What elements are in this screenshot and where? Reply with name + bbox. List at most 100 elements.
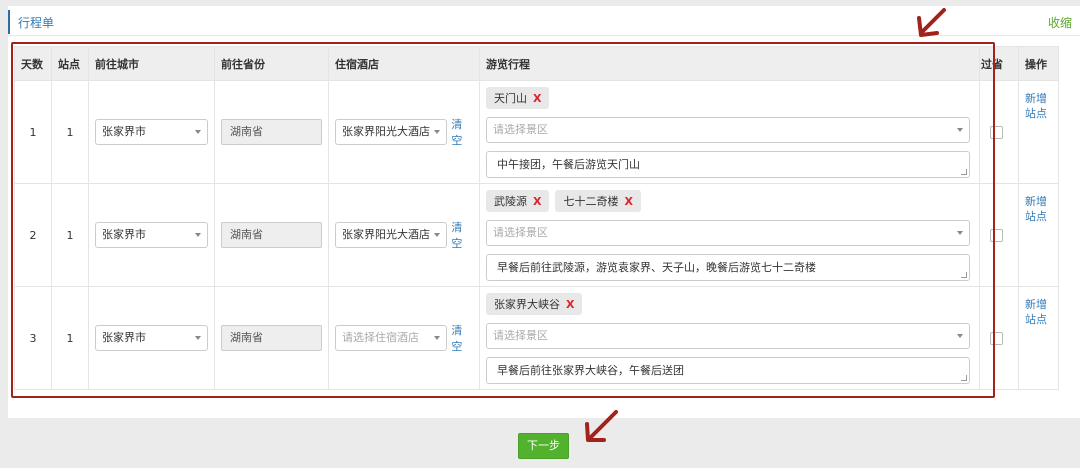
itinerary-textarea[interactable]: 中午接团，午餐后游览天门山	[486, 151, 970, 178]
chevron-down-icon	[957, 128, 963, 132]
resize-handle-icon[interactable]	[961, 375, 967, 381]
province-field: 湖南省	[221, 325, 322, 351]
scenic-select-placeholder: 请选择景区	[493, 329, 548, 342]
clear-hotel-link[interactable]: 清空	[451, 322, 473, 354]
col-header-hotel: 住宿酒店	[328, 46, 480, 81]
remove-tag-icon[interactable]: X	[566, 298, 574, 311]
add-station-label-line2: 站点	[1025, 210, 1047, 223]
remove-tag-icon[interactable]: X	[624, 195, 632, 208]
add-station-label-line1: 新增	[1025, 92, 1047, 105]
province-cell: 湖南省	[214, 286, 329, 390]
city-select-value: 张家界市	[102, 331, 146, 344]
table-row: 3 1 张家界市 湖南省 请选择住宿酒店 清空 张家界大峡谷 X 请选择景区 早…	[14, 286, 1059, 390]
hotel-select[interactable]: 请选择住宿酒店	[335, 325, 448, 351]
table-row: 1 1 张家界市 湖南省 张家界阳光大酒店 清空 天门山 X 请选择景区 中午接…	[14, 80, 1059, 184]
itinerary-text: 早餐后前往张家界大峡谷，午餐后送团	[497, 364, 684, 377]
add-station-link[interactable]: 新增 站点	[1025, 297, 1047, 327]
itinerary-text: 中午接团，午餐后游览天门山	[497, 158, 640, 171]
scenic-tag: 七十二奇楼 X	[555, 190, 641, 212]
hotel-cell: 张家界阳光大酒店 清空	[328, 80, 480, 184]
city-select-value: 张家界市	[102, 228, 146, 241]
city-cell: 张家界市	[88, 286, 215, 390]
scenic-select-placeholder: 请选择景区	[493, 226, 548, 239]
resize-handle-icon[interactable]	[961, 272, 967, 278]
scenic-tag-label: 天门山	[494, 92, 527, 105]
city-cell: 张家界市	[88, 80, 215, 184]
tour-cell: 张家界大峡谷 X 请选择景区 早餐后前往张家界大峡谷，午餐后送团	[479, 286, 980, 390]
clear-hotel-link[interactable]: 清空	[451, 116, 473, 148]
city-select[interactable]: 张家界市	[95, 325, 208, 351]
remove-tag-icon[interactable]: X	[533, 92, 541, 105]
scenic-tags: 张家界大峡谷 X	[486, 293, 970, 315]
itinerary-textarea[interactable]: 早餐后前往武陵源，游览袁家界、天子山，晚餐后游览七十二奇楼	[486, 254, 970, 281]
station-cell: 1	[51, 286, 89, 390]
chevron-down-icon	[434, 233, 441, 237]
hotel-select[interactable]: 张家界阳光大酒店	[335, 119, 448, 145]
cross-province-checkbox[interactable]	[990, 125, 1003, 139]
itinerary-table: 天数 站点 前往城市 前往省份 住宿酒店 游览行程 过省 操作 1 1 张家界市…	[14, 46, 1059, 390]
chevron-down-icon	[434, 130, 441, 134]
province-cell: 湖南省	[214, 80, 329, 184]
city-select[interactable]: 张家界市	[95, 222, 208, 248]
scenic-tag-label: 武陵源	[494, 195, 527, 208]
scenic-tag: 张家界大峡谷 X	[486, 293, 583, 315]
scenic-tags: 天门山 X	[486, 87, 970, 109]
col-header-city: 前往城市	[88, 46, 215, 81]
actions-cell: 新增 站点	[1018, 286, 1059, 390]
station-cell: 1	[51, 183, 89, 287]
panel-title: 行程单	[18, 16, 55, 30]
tour-cell: 天门山 X 请选择景区 中午接团，午餐后游览天门山	[479, 80, 980, 184]
resize-handle-icon[interactable]	[961, 169, 967, 175]
itinerary-text: 早餐后前往武陵源，游览袁家界、天子山，晚餐后游览七十二奇楼	[497, 261, 816, 274]
scenic-select[interactable]: 请选择景区	[486, 323, 970, 349]
remove-tag-icon[interactable]: X	[533, 195, 541, 208]
hotel-cell: 张家界阳光大酒店 清空	[328, 183, 480, 287]
col-header-day: 天数	[14, 46, 52, 81]
col-header-province: 前往省份	[214, 46, 329, 81]
station-cell: 1	[51, 80, 89, 184]
day-cell: 1	[14, 80, 52, 184]
collapse-link[interactable]: 收缩	[1048, 14, 1072, 31]
scenic-select-placeholder: 请选择景区	[493, 123, 548, 136]
cross-province-cell	[979, 286, 1019, 390]
add-station-link[interactable]: 新增 站点	[1025, 194, 1047, 224]
cross-province-cell	[979, 80, 1019, 184]
day-cell: 2	[14, 183, 52, 287]
col-header-cross-province: 过省	[979, 46, 1019, 81]
scenic-select[interactable]: 请选择景区	[486, 220, 970, 246]
add-station-link[interactable]: 新增 站点	[1025, 91, 1047, 121]
chevron-down-icon	[434, 336, 441, 340]
day-cell: 3	[14, 286, 52, 390]
add-station-label-line1: 新增	[1025, 298, 1047, 311]
hotel-cell: 请选择住宿酒店 清空	[328, 286, 480, 390]
chevron-down-icon	[195, 336, 201, 340]
clear-hotel-link[interactable]: 清空	[451, 219, 473, 251]
next-step-button[interactable]: 下一步	[518, 433, 569, 459]
city-cell: 张家界市	[88, 183, 215, 287]
panel-header: 行程单 收缩	[8, 6, 1080, 36]
scenic-select[interactable]: 请选择景区	[486, 117, 970, 143]
col-header-itinerary: 游览行程	[479, 46, 980, 81]
panel-accent-bar	[8, 10, 10, 34]
chevron-down-icon	[195, 130, 201, 134]
city-select[interactable]: 张家界市	[95, 119, 208, 145]
cross-province-cell	[979, 183, 1019, 287]
scenic-tag-label: 张家界大峡谷	[494, 298, 560, 311]
hotel-select-value: 张家界阳光大酒店	[342, 228, 430, 241]
add-station-label-line2: 站点	[1025, 313, 1047, 326]
province-field: 湖南省	[221, 119, 322, 145]
tour-cell: 武陵源 X 七十二奇楼 X 请选择景区 早餐后前往武陵源，游览袁家界、天子山，晚餐后…	[479, 183, 980, 287]
scenic-tag: 武陵源 X	[486, 190, 550, 212]
cross-province-checkbox[interactable]	[990, 228, 1003, 242]
actions-cell: 新增 站点	[1018, 80, 1059, 184]
cross-province-checkbox[interactable]	[990, 331, 1003, 345]
chevron-down-icon	[195, 233, 201, 237]
scenic-tag-label: 七十二奇楼	[563, 195, 619, 208]
actions-cell: 新增 站点	[1018, 183, 1059, 287]
itinerary-textarea[interactable]: 早餐后前往张家界大峡谷，午餐后送团	[486, 357, 970, 384]
hotel-select[interactable]: 张家界阳光大酒店	[335, 222, 448, 248]
province-cell: 湖南省	[214, 183, 329, 287]
city-select-value: 张家界市	[102, 125, 146, 138]
chevron-down-icon	[957, 231, 963, 235]
chevron-down-icon	[957, 334, 963, 338]
